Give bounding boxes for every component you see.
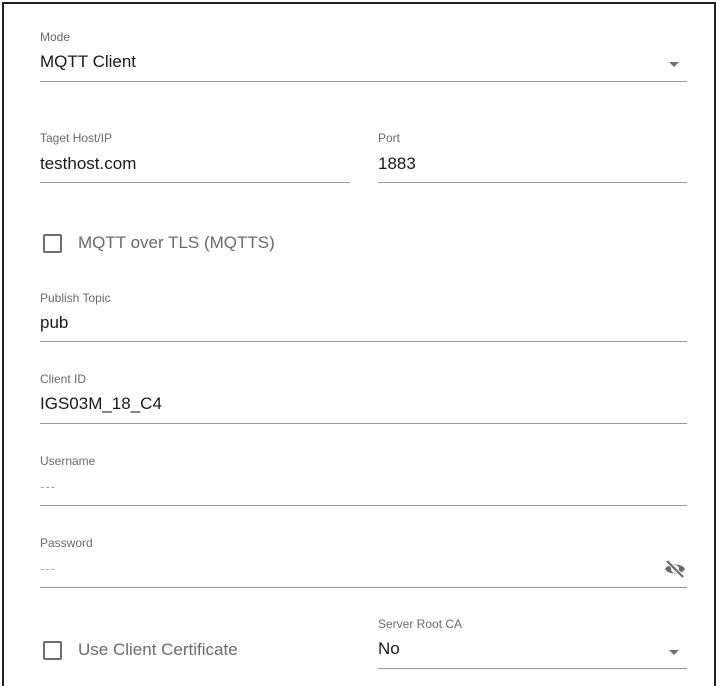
client-id-field[interactable]: Client ID IGS03M_18_C4 [40,371,687,427]
dropdown-arrow-icon[interactable] [669,650,679,655]
port-underline [378,182,687,183]
client-cert-label: Use Client Certificate [78,640,238,659]
target-host-underline [40,182,350,183]
password-label: Password [40,536,93,550]
mqtt-tls-label: MQTT over TLS (MQTTS) [78,233,275,252]
server-root-ca-value: No [378,639,400,658]
target-host-label: Taget Host/IP [40,131,113,145]
username-field[interactable]: Username --- [40,453,687,509]
publish-topic-field[interactable]: Publish Topic pub [40,289,687,345]
client-id-label: Client ID [40,372,87,386]
port-label: Port [378,131,401,145]
mode-underline [40,81,687,82]
dropdown-arrow-icon[interactable] [669,62,679,67]
publish-topic-label: Publish Topic [40,291,111,305]
password-underline [40,587,687,588]
visibility-off-icon[interactable] [663,558,687,585]
mqtt-tls-option[interactable]: MQTT over TLS (MQTTS) [43,233,275,253]
port-input[interactable]: 1883 [378,154,416,174]
password-input[interactable]: --- [40,561,56,576]
target-host-input[interactable]: testhost.com [40,154,136,174]
username-underline [40,505,687,506]
server-root-ca-select[interactable]: Server Root CA No [378,616,687,672]
username-label: Username [40,454,96,468]
client-id-underline [40,423,687,424]
server-root-ca-label: Server Root CA [378,617,463,631]
server-root-ca-underline [378,668,687,669]
mode-value: MQTT Client [40,52,137,71]
username-input[interactable]: --- [40,479,56,494]
target-host-field[interactable]: Taget Host/IP testhost.com [40,129,350,185]
publish-topic-underline [40,341,687,342]
client-cert-checkbox[interactable] [43,640,62,660]
mode-select[interactable]: Mode MQTT Client [40,28,687,84]
mode-label: Mode [40,30,71,44]
client-cert-option[interactable]: Use Client Certificate [43,640,238,660]
mqtt-tls-checkbox[interactable] [43,233,62,253]
client-id-input[interactable]: IGS03M_18_C4 [40,394,162,414]
port-field[interactable]: Port 1883 [378,129,687,185]
publish-topic-input[interactable]: pub [40,313,68,333]
password-field[interactable]: Password --- [40,535,687,591]
